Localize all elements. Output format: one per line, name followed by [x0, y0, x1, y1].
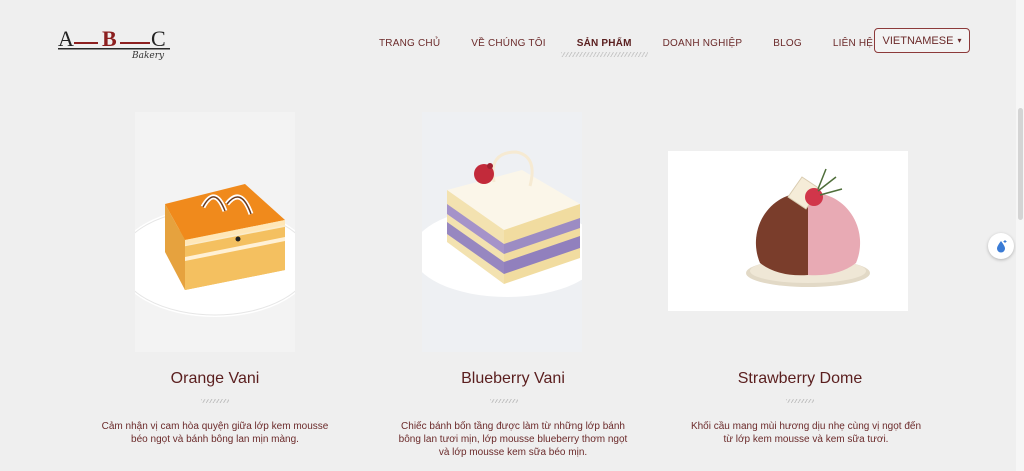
product-desc-line: béo ngọt và bánh bông lan mịn màng.: [131, 434, 299, 445]
nav-item-ve-chung-toi[interactable]: VỀ CHÚNG TÔI: [471, 38, 545, 49]
scrollbar-thumb[interactable]: [1018, 108, 1023, 220]
abc-bakery-logo[interactable]: A B C Bakery: [56, 24, 174, 62]
chevron-down-icon: ▾: [957, 36, 962, 45]
blueberry-vanilla-cake-image: [422, 112, 582, 352]
nav-item-doanh-nghiep[interactable]: DOANH NGHIỆP: [663, 38, 743, 49]
droplet-icon: [997, 240, 1007, 253]
strawberry-dome-cake-image: [668, 151, 908, 311]
product-image-orange-vani[interactable]: [135, 112, 295, 352]
product-desc-line: Cảm nhận vị cam hòa quyện giữa lớp kem m…: [101, 421, 329, 432]
logo-letter-b: B: [102, 26, 117, 51]
product-desc-line: Khối cầu mang mùi hương dịu nhẹ cùng vị …: [690, 421, 922, 432]
product-divider: [490, 399, 518, 403]
orange-vanilla-cake-image: [135, 112, 295, 352]
nav-item-blog[interactable]: BLOG: [773, 38, 802, 49]
logo-letter-a: A: [58, 26, 74, 51]
product-description: Khối cầu mang mùi hương dịu nhẹ cùng vị …: [665, 420, 947, 446]
product-divider: [201, 399, 229, 403]
floating-droplet-button[interactable]: [988, 233, 1014, 259]
main-nav: TRANG CHỦ VỀ CHÚNG TÔI SẢN PHẨM DOANH NG…: [379, 36, 904, 57]
logo-tagline: Bakery: [131, 51, 165, 61]
language-label: VIETNAMESE: [882, 34, 954, 47]
nav-item-san-pham[interactable]: SẢN PHẨM: [560, 38, 648, 57]
product-desc-line: từ lớp kem mousse và kem sữa tươi.: [723, 434, 889, 445]
product-description: Chiếc bánh bốn tầng được làm từ những lớ…: [372, 420, 654, 459]
product-divider: [786, 399, 814, 403]
language-dropdown[interactable]: VIETNAMESE ▾: [874, 28, 970, 53]
product-name[interactable]: Blueberry Vani: [422, 370, 604, 388]
product-desc-line: và lớp mousse kem sữa béo mịn.: [438, 447, 588, 458]
logo-mark: A B C Bakery: [58, 26, 170, 61]
logo-letter-c: C: [151, 26, 166, 51]
product-description: Cảm nhận vị cam hòa quyện giữa lớp kem m…: [76, 420, 354, 446]
product-image-blueberry-vani[interactable]: [422, 112, 582, 352]
nav-item-trang-chu[interactable]: TRANG CHỦ: [379, 38, 440, 49]
page: A B C Bakery TRANG CHỦ VỀ CHÚNG TÔI SẢN …: [0, 0, 1024, 471]
product-image-strawberry-dome[interactable]: [668, 151, 908, 311]
product-name[interactable]: Strawberry Dome: [668, 370, 932, 388]
product-desc-line: bông lan tươi mịn, lớp mousse blueberry …: [398, 434, 628, 445]
page-scrollbar[interactable]: [1016, 0, 1024, 471]
product-desc-line: Chiếc bánh bốn tầng được làm từ những lớ…: [401, 421, 625, 432]
product-name[interactable]: Orange Vani: [135, 370, 295, 388]
nav-item-lien-he[interactable]: LIÊN HỆ: [833, 38, 873, 49]
